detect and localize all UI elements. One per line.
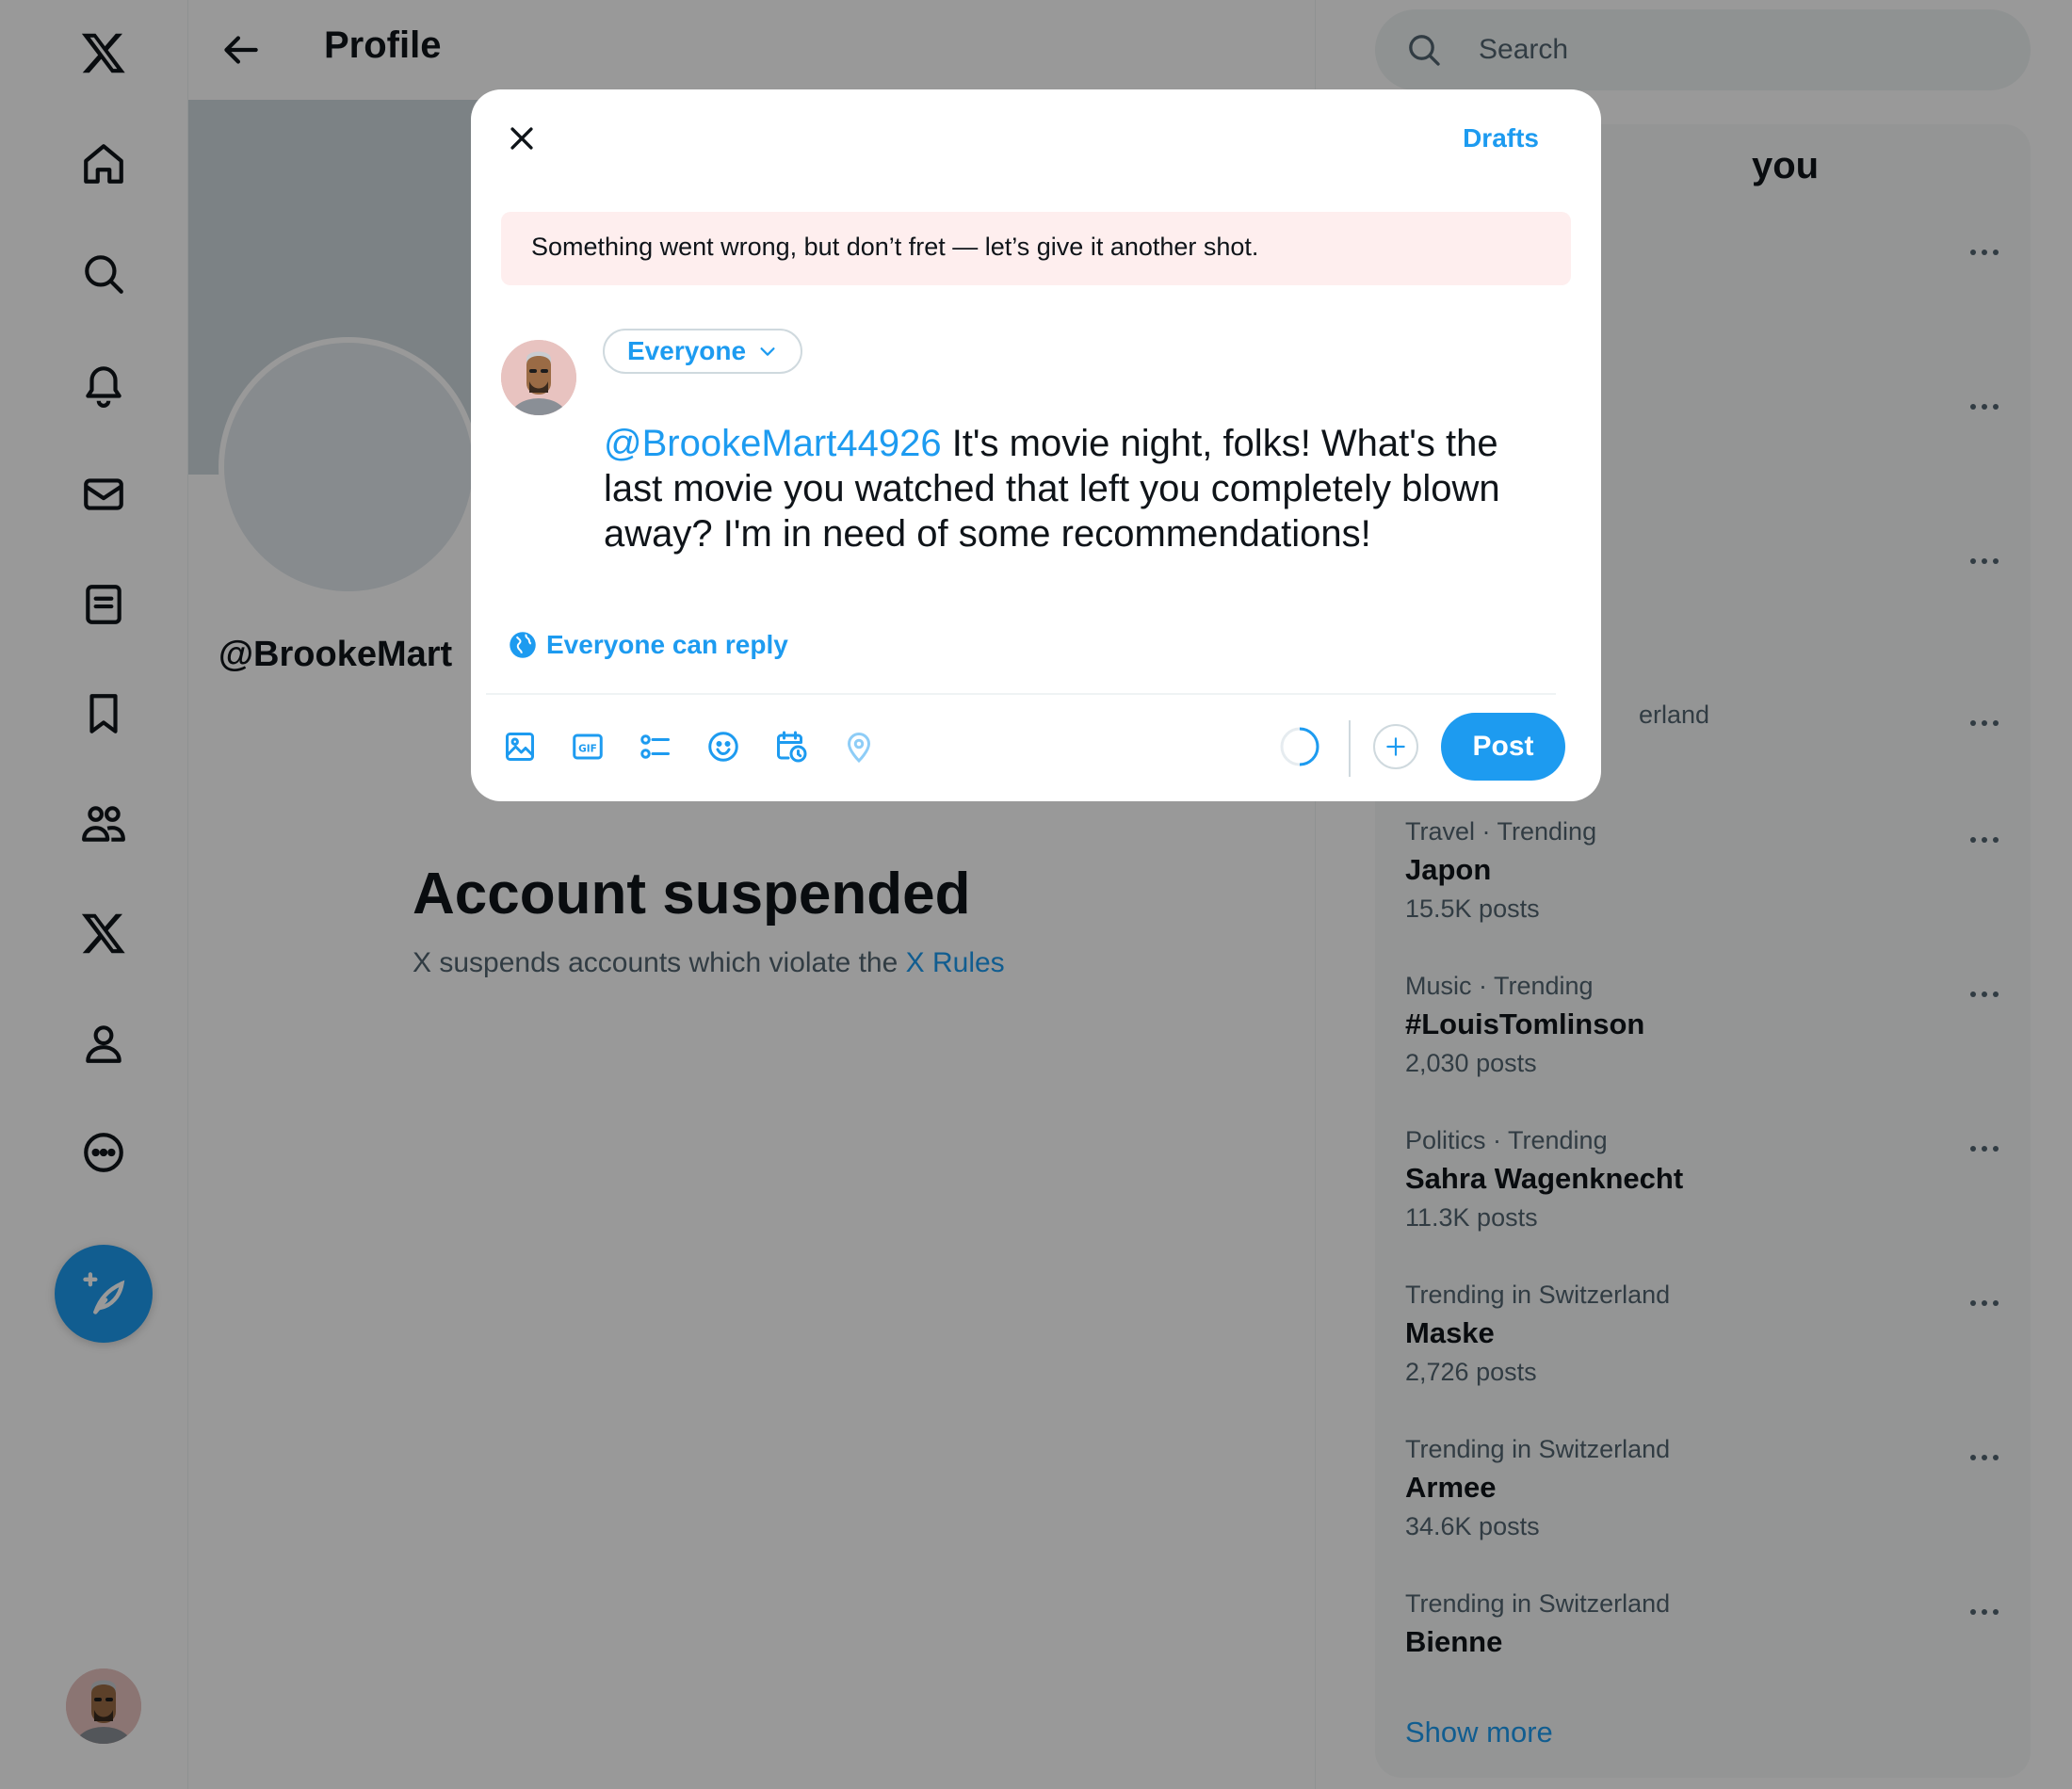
avatar-illustration (501, 340, 576, 415)
location-button[interactable] (831, 718, 887, 775)
globe-icon (510, 632, 536, 658)
image-icon (506, 733, 534, 761)
chevron-down-icon (760, 347, 775, 356)
schedule-icon (777, 731, 807, 763)
character-count-ring (1280, 727, 1319, 766)
reply-setting-label: Everyone can reply (546, 630, 788, 659)
audience-label: Everyone (627, 336, 747, 365)
gif-icon: GIF (573, 733, 603, 760)
audience-selector[interactable]: Everyone (603, 329, 803, 374)
schedule-button[interactable] (763, 718, 819, 775)
emoji-icon (708, 732, 738, 762)
emoji-button[interactable] (695, 718, 752, 775)
location-icon (847, 733, 871, 764)
error-banner: Something went wrong, but don’t fret — l… (501, 212, 1571, 285)
post-button[interactable]: Post (1441, 713, 1565, 781)
gif-button[interactable]: GIF (559, 718, 616, 775)
poll-button[interactable] (627, 718, 684, 775)
close-button[interactable] (497, 114, 546, 163)
plus-icon (1386, 737, 1405, 756)
divider (486, 693, 1556, 695)
mention-link[interactable]: @BrookeMart44926 (604, 423, 942, 464)
drafts-button[interactable]: Drafts (1463, 123, 1539, 153)
error-message: Something went wrong, but don’t fret — l… (531, 233, 1259, 261)
poll-icon (640, 734, 670, 759)
add-post-button[interactable] (1373, 724, 1418, 769)
compose-toolbar: GIF Post (492, 713, 1565, 781)
toolbar-separator (1349, 720, 1351, 777)
post-text-editor[interactable]: @BrookeMart44926 It's movie night, folks… (604, 421, 1555, 556)
compose-post-modal: Drafts Something went wrong, but don’t f… (471, 89, 1601, 801)
reply-setting-button[interactable]: Everyone can reply (509, 630, 788, 660)
close-icon (510, 127, 533, 150)
media-button[interactable] (492, 718, 548, 775)
composer-avatar (501, 340, 576, 415)
svg-text:GIF: GIF (578, 743, 597, 754)
